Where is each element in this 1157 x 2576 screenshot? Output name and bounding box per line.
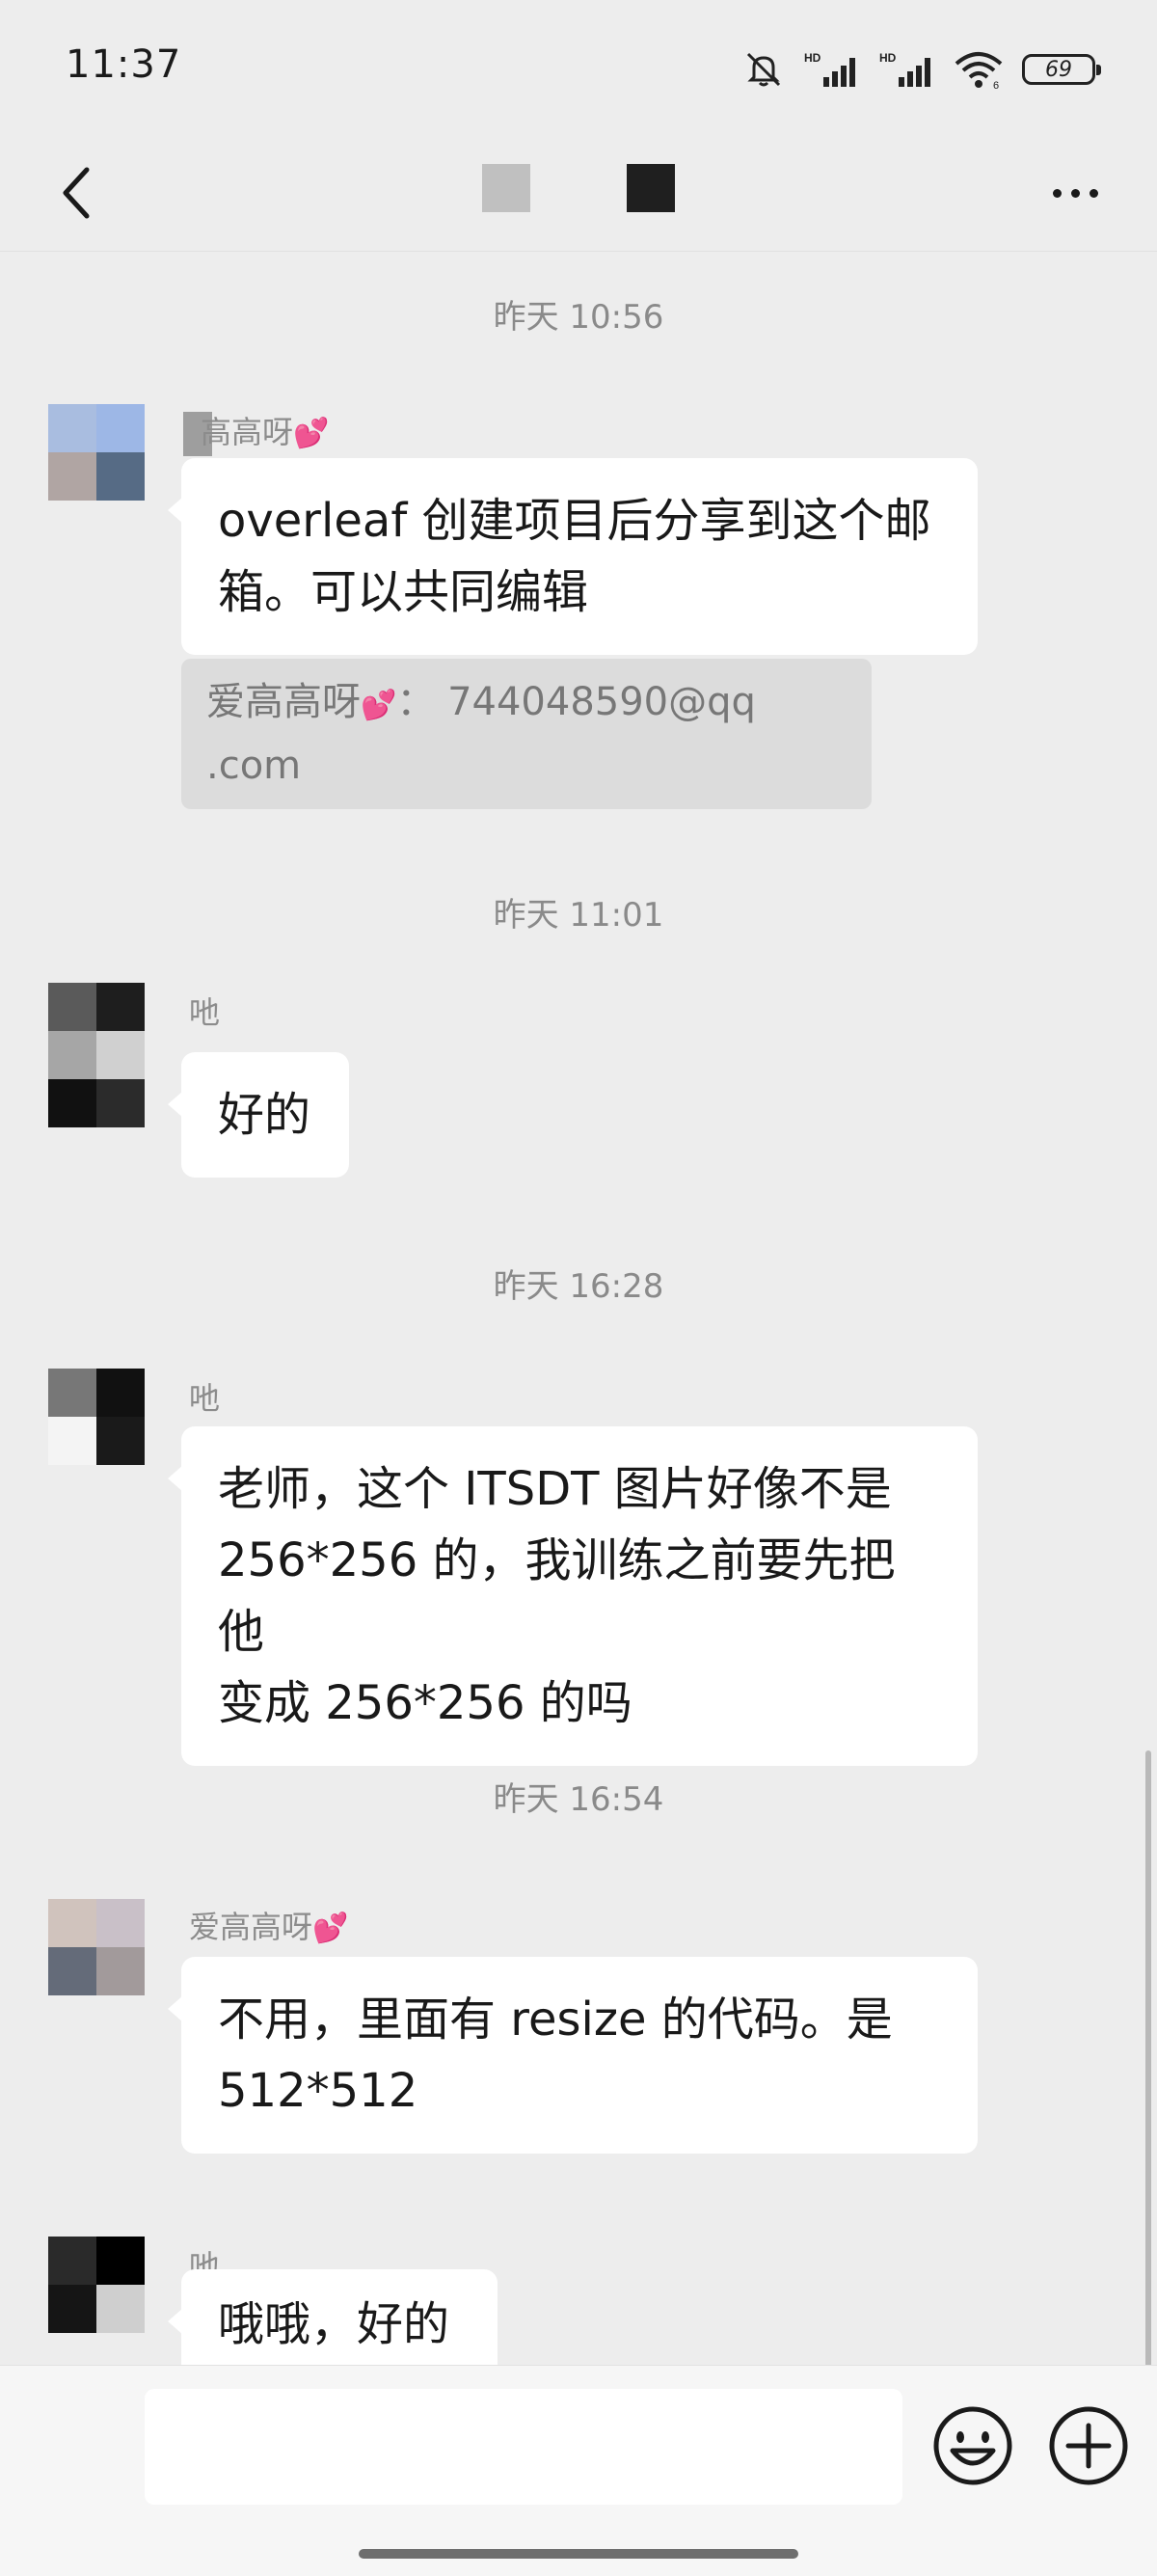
heart-emoji: 💕	[361, 689, 397, 722]
message-input[interactable]	[145, 2389, 902, 2505]
timestamp: 昨天 16:54	[493, 1780, 664, 1819]
message-line: 箱。可以共同编辑	[218, 565, 589, 619]
timestamp: 昨天 16:28	[493, 1267, 664, 1306]
sender-name: 吔	[189, 994, 221, 1031]
avatar[interactable]	[48, 983, 145, 1127]
sender-name: 吔	[189, 1380, 221, 1417]
sender-name: 高高呀💕	[183, 408, 330, 456]
more-icon-dot	[1070, 188, 1080, 198]
avatar[interactable]	[48, 1899, 145, 1995]
heart-emoji: 💕	[312, 1912, 349, 1945]
message-line: 512*512	[218, 2064, 418, 2118]
message-item: 高高呀💕 overleaf 创建项目后分享到这个邮 箱。可以共同编辑 爱高高呀💕…	[0, 404, 1157, 867]
quote-sender: 爱高高呀	[206, 680, 361, 724]
svg-text:HD: HD	[804, 51, 821, 65]
svg-text:6: 6	[993, 80, 999, 91]
quote-line: 爱高高呀💕： 744048590@qq	[206, 672, 847, 736]
message-item: 爱高高呀💕 不用，里面有 resize 的代码。是 512*512	[0, 1899, 1157, 2188]
home-indicator[interactable]	[359, 2549, 798, 2559]
status-icons: HD HD 6 69	[742, 42, 1101, 96]
svg-text:HD: HD	[879, 51, 897, 65]
message-bubble[interactable]: overleaf 创建项目后分享到这个邮 箱。可以共同编辑	[168, 458, 978, 655]
message-line: 好的	[218, 1088, 311, 1142]
heart-emoji: 💕	[293, 417, 330, 450]
input-bar	[0, 2365, 1157, 2576]
sender-name-text: 高高呀	[201, 414, 294, 450]
status-bar: 11:37 HD HD 6 69	[0, 0, 1157, 135]
wifi-icon: 6	[955, 52, 1003, 91]
more-button[interactable]	[1032, 154, 1118, 231]
message-item: 吔 老师，这个 ITSDT 图片好像不是 256*256 的，我训练之前要先把他…	[0, 1369, 1157, 1766]
battery-level: 69	[1045, 57, 1072, 82]
plus-icon	[1049, 2406, 1128, 2485]
message-line: overleaf 创建项目后分享到这个邮	[218, 494, 931, 548]
chat-header	[0, 135, 1157, 252]
chat-title-redacted	[627, 164, 675, 212]
message-bubble[interactable]: 老师，这个 ITSDT 图片好像不是 256*256 的，我训练之前要先把他 变…	[168, 1426, 978, 1766]
message-bubble[interactable]: 哦哦，好的	[168, 2269, 498, 2379]
message-line: 变成 256*256 的吗	[218, 1676, 632, 1730]
more-icon	[1052, 188, 1062, 198]
more-icon-dot	[1089, 188, 1098, 198]
emoji-button[interactable]	[931, 2404, 1014, 2487]
avatar[interactable]	[48, 1369, 145, 1465]
message-line: 256*256 的，我训练之前要先把他	[218, 1533, 896, 1659]
message-line: 老师，这个 ITSDT 图片好像不是	[218, 1462, 892, 1516]
avatar[interactable]	[48, 2237, 145, 2333]
message-bubble[interactable]: 不用，里面有 resize 的代码。是 512*512	[168, 1957, 978, 2154]
status-time: 11:37	[66, 42, 182, 87]
battery-icon: 69	[1022, 54, 1101, 85]
chat-area[interactable]: 昨天 10:56 高高呀💕 overleaf 创建项目后分享到这个邮 箱。可以共…	[0, 252, 1157, 2379]
mute-icon	[746, 52, 781, 87]
sender-name: 爱高高呀💕	[189, 1903, 348, 1947]
quoted-message[interactable]: 爱高高呀💕： 744048590@qq .com	[181, 659, 872, 809]
scrollbar[interactable]	[1145, 1750, 1151, 2368]
back-button[interactable]	[39, 154, 116, 231]
signal-icon: HD	[879, 51, 930, 87]
message-line: 哦哦，好的	[218, 2297, 450, 2351]
quote-line: .com	[206, 744, 302, 788]
quote-text: ： 744048590@qq	[396, 680, 756, 724]
avatar[interactable]	[48, 404, 145, 501]
message-item: 吔 好的	[0, 983, 1157, 1178]
message-bubble[interactable]: 好的	[168, 1052, 349, 1178]
chat-title-redacted	[482, 164, 530, 212]
message-line: 不用，里面有 resize 的代码。是	[218, 1993, 893, 2047]
sender-name-text: 爱高高呀	[189, 1909, 313, 1945]
back-icon	[63, 167, 90, 219]
timestamp: 昨天 11:01	[493, 896, 664, 935]
timestamp: 昨天 10:56	[493, 298, 664, 337]
signal-icon: HD	[804, 51, 855, 87]
add-button[interactable]	[1047, 2404, 1130, 2487]
emoji-icon	[933, 2406, 1012, 2485]
